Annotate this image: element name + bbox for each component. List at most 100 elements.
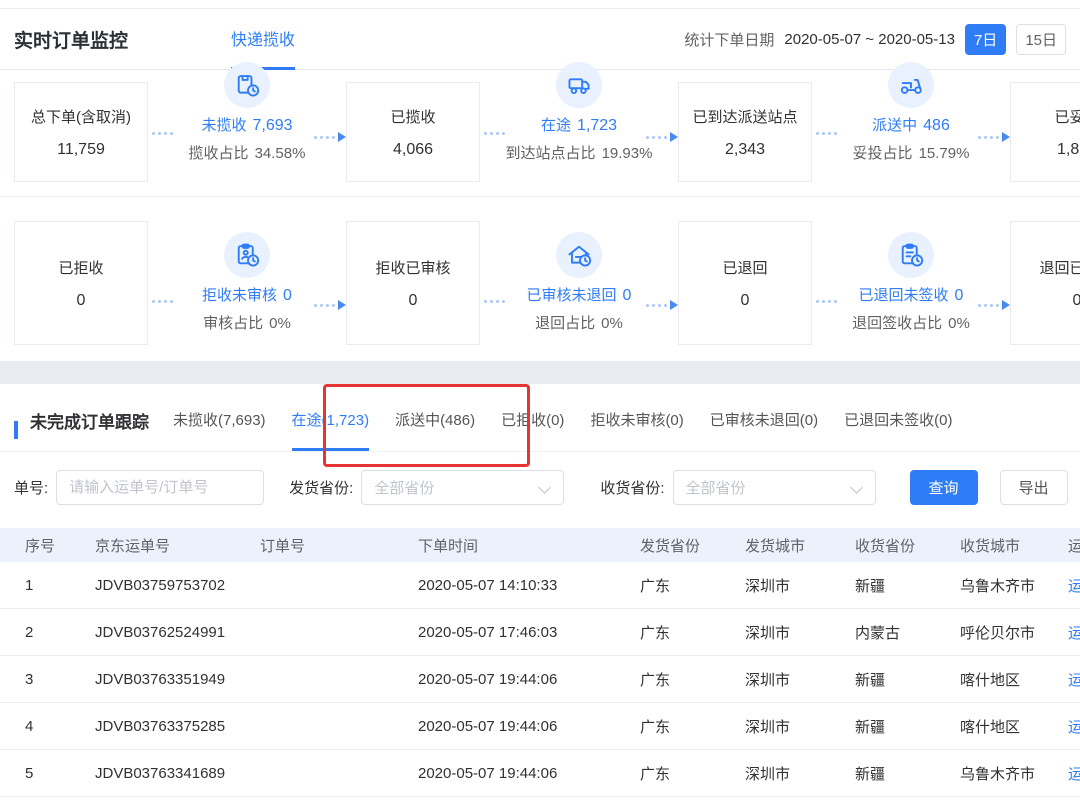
- export-button[interactable]: 导出: [1000, 470, 1068, 505]
- section-title: 未完成订单跟踪: [30, 408, 149, 451]
- flow-connector-dots: [150, 132, 174, 135]
- stat-card: 已揽收4,066: [346, 82, 480, 182]
- table-column-header: 订单号: [260, 535, 418, 556]
- scooter-icon: [888, 62, 934, 108]
- stat-link[interactable]: 已退回未签收0: [859, 284, 964, 305]
- waybill-track-link[interactable]: 运单跟踪: [1068, 763, 1080, 784]
- range-button-15日[interactable]: 15日: [1016, 24, 1066, 55]
- table-cell: 新疆: [855, 763, 960, 784]
- table-column-header: 收货城市: [960, 535, 1068, 556]
- stat-card: 已拒收0: [14, 221, 148, 345]
- page-header: 实时订单监控 快递揽收 统计下单日期 2020-05-07 ~ 2020-05-…: [0, 9, 1080, 70]
- tracking-tab[interactable]: 拒收未审核(0): [590, 409, 683, 451]
- tracking-tab[interactable]: 派送中(486): [395, 409, 475, 451]
- tracking-tab[interactable]: 未揽收(7,693): [173, 409, 266, 451]
- waybill-label: 单号:: [14, 477, 48, 498]
- funnel-divider: [0, 196, 1080, 197]
- house-return-icon: [556, 232, 602, 278]
- stat-card: 退回已签收0: [1010, 221, 1080, 345]
- stat-card-label: 已退回: [722, 257, 767, 278]
- table-cell: 2020-05-07 14:10:33: [418, 577, 640, 594]
- stat-card-label: 已拒收: [58, 257, 103, 278]
- stat-card-label: 总下单(含取消): [31, 106, 131, 127]
- chevron-down-icon: [538, 481, 551, 494]
- stat-value: 0: [623, 287, 632, 304]
- stat-card-label: 拒收已审核: [375, 257, 450, 278]
- stat-card-value: 2,343: [725, 141, 765, 159]
- stat-link[interactable]: 已审核未退回 0: [527, 284, 632, 305]
- stat-label: 已审核未退回: [527, 287, 617, 304]
- table-cell: 广东: [640, 716, 745, 737]
- funnel-row-forward: 总下单(含取消)11,759未揽收7,693揽收占比34.58%已揽收4,066…: [0, 70, 1080, 182]
- recv-province-select[interactable]: 全部省份: [673, 470, 876, 505]
- recv-province-label: 收货省份:: [600, 477, 664, 498]
- tracking-tab[interactable]: 已退回未签收(0): [844, 409, 952, 451]
- tracking-tab[interactable]: 已拒收(0): [501, 409, 564, 451]
- order-funnel-panel: 总下单(含取消)11,759未揽收7,693揽收占比34.58%已揽收4,066…: [0, 70, 1080, 361]
- table-body: 1JDVB037597537022020-05-07 14:10:33广东深圳市…: [0, 562, 1080, 797]
- table-column-header: 下单时间: [418, 535, 640, 556]
- stat-flow-step: 已审核未退回 0退回占比0%: [480, 221, 678, 333]
- table-header-row: 序号京东运单号订单号下单时间发货省份发货城市收货省份收货城市运单状态: [0, 528, 1080, 562]
- send-province-select[interactable]: 全部省份: [361, 470, 564, 505]
- waybill-track-link[interactable]: 运单跟踪: [1068, 669, 1080, 690]
- table-cell: 深圳市: [745, 669, 855, 690]
- table-cell: 深圳市: [745, 575, 855, 596]
- table-row: 3JDVB037633519492020-05-07 19:44:06广东深圳市…: [0, 656, 1080, 703]
- table-cell: 深圳市: [745, 716, 855, 737]
- table-cell: 广东: [640, 763, 745, 784]
- table-cell: 新疆: [855, 669, 960, 690]
- stat-link[interactable]: 拒收未审核0: [202, 284, 292, 305]
- table-cell: 深圳市: [745, 763, 855, 784]
- stat-card-value: 11,759: [57, 141, 105, 159]
- date-range-value: 2020-05-07 ~ 2020-05-13: [784, 31, 955, 48]
- section-title-marker: [14, 421, 18, 439]
- table-cell: 2020-05-07 19:44:06: [418, 718, 640, 735]
- truck-icon: [556, 62, 602, 108]
- table-cell: 1: [25, 577, 95, 594]
- table-column-header: 收货省份: [855, 535, 960, 556]
- stat-ratio: 审核占比0%: [203, 312, 291, 333]
- section-separator: [0, 361, 1080, 384]
- tracking-tab[interactable]: 已审核未退回(0): [710, 409, 818, 451]
- stat-label: 已退回未签收: [859, 287, 949, 304]
- stat-ratio: 妥投占比15.79%: [853, 142, 970, 163]
- waybill-input[interactable]: [56, 470, 264, 505]
- nav-tab-express-pickup[interactable]: 快递揽收: [231, 9, 295, 70]
- unfinished-order-tracking-section: 未完成订单跟踪 未揽收(7,693) 在途(1,723) 派送中(486) 已拒收(0…: [0, 384, 1080, 797]
- ratio-label: 到达站点占比: [506, 145, 596, 162]
- waybill-track-link[interactable]: 运单跟踪: [1068, 716, 1080, 737]
- flow-connector-dots: [150, 300, 174, 303]
- table-row: 5JDVB037633416892020-05-07 19:44:06广东深圳市…: [0, 750, 1080, 797]
- stat-flow-step: 拒收未审核0 审核占比0%: [148, 221, 346, 333]
- table-row: 4JDVB037633752852020-05-07 19:44:06广东深圳市…: [0, 703, 1080, 750]
- range-button-group: 7日 15日: [965, 24, 1066, 55]
- table-cell: 内蒙古: [855, 622, 960, 643]
- ratio-label: 审核占比: [203, 315, 263, 332]
- table-column-header: 序号: [25, 535, 95, 556]
- waybill-track-link[interactable]: 运单跟踪: [1068, 622, 1080, 643]
- table-column-header: 发货省份: [640, 535, 745, 556]
- range-button-7日[interactable]: 7日: [965, 24, 1006, 55]
- stat-flow-step: 已退回未签收0退回签收占比0%: [812, 221, 1010, 333]
- ratio-label: 揽收占比: [189, 145, 249, 162]
- stat-link[interactable]: 派送中486: [872, 114, 950, 135]
- tracking-tab[interactable]: 在途(1,723): [292, 409, 370, 451]
- table-cell: 新疆: [855, 716, 960, 737]
- stat-link[interactable]: 在途1,723: [541, 114, 617, 135]
- stat-link[interactable]: 未揽收7,693: [201, 114, 292, 135]
- table-cell: 深圳市: [745, 622, 855, 643]
- send-province-label: 发货省份:: [289, 477, 353, 498]
- stat-card: 已退回0: [678, 221, 812, 345]
- search-button[interactable]: 查询: [910, 470, 978, 505]
- stat-card-value: 0: [409, 292, 418, 310]
- waybill-track-link[interactable]: 运单跟踪: [1068, 575, 1080, 596]
- stat-ratio: 退回占比0%: [535, 312, 623, 333]
- stat-card: 已妥投1,857: [1010, 82, 1080, 182]
- stat-value: 7,693: [252, 117, 292, 134]
- stat-flow-step: 未揽收7,693揽收占比34.58%: [148, 70, 346, 163]
- table-cell: 广东: [640, 622, 745, 643]
- ratio-value: 0%: [601, 315, 623, 332]
- table-cell: 2020-05-07 17:46:03: [418, 624, 640, 641]
- table-column-header: 运单状态: [1068, 535, 1080, 556]
